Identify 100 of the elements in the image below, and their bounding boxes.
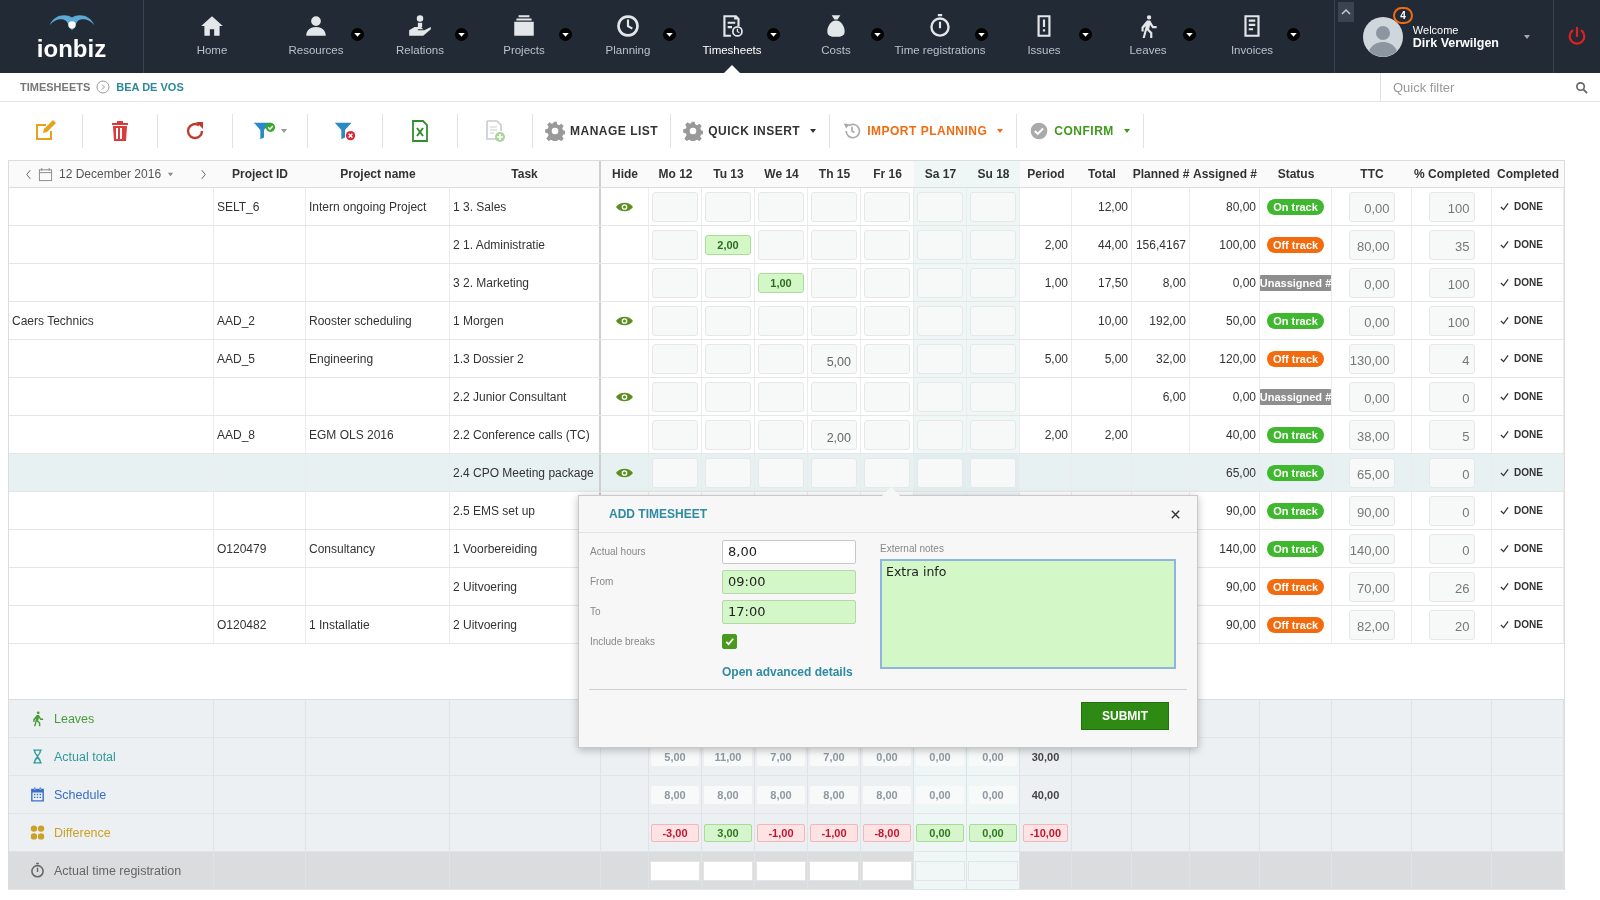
hours-field[interactable]: 2,00 [811,419,857,450]
nav-tab[interactable]: Issues [992,0,1096,73]
done-label[interactable]: DONE [1514,543,1543,554]
column-header[interactable]: We 14 [764,167,799,181]
column-header[interactable]: Period [1027,167,1065,181]
hours-field[interactable] [864,267,910,298]
hours-field[interactable] [864,343,910,374]
eye-icon[interactable] [615,200,634,213]
time-field[interactable] [650,860,700,881]
hours-field[interactable] [758,229,804,260]
ttc-field[interactable]: 90,00 [1348,495,1395,526]
next-icon[interactable] [200,168,208,180]
advanced-details-link[interactable]: Open advanced details [722,664,853,679]
user-name[interactable]: Dirk Verwilgen [1412,35,1499,50]
hours-field[interactable] [705,343,751,374]
hours-field[interactable] [652,229,698,260]
breadcrumb-link[interactable]: TIMESHEETS [20,81,91,93]
hours-field[interactable] [705,419,751,450]
input-field[interactable]: 09:00 [722,569,856,594]
caret-icon[interactable] [1287,28,1300,41]
toolbar-action-button[interactable]: MANAGE LIST [533,111,671,151]
percent-field[interactable]: 0 [1428,457,1475,488]
time-field[interactable] [756,860,806,881]
percent-field[interactable]: 26 [1428,571,1475,602]
caret-icon[interactable] [1523,32,1531,41]
done-label[interactable]: DONE [1514,239,1543,250]
hours-field[interactable] [811,191,857,222]
hours-field[interactable] [705,305,751,336]
column-header[interactable]: Total [1088,167,1116,181]
nav-tab[interactable]: Projects [472,0,576,73]
hours-field[interactable] [758,381,804,412]
ttc-field[interactable]: 140,00 [1348,533,1395,564]
hours-field[interactable] [811,305,857,336]
column-header[interactable]: Completed [1497,167,1559,181]
time-field[interactable] [809,860,859,881]
ttc-field[interactable]: 0,00 [1348,381,1395,412]
hours-field[interactable] [758,343,804,374]
hours-field[interactable] [705,191,751,222]
percent-field[interactable]: 4 [1428,343,1475,374]
input-field[interactable]: 17:00 [722,599,856,624]
done-label[interactable]: DONE [1514,429,1543,440]
column-header[interactable]: Planned # [1132,167,1190,181]
hours-field[interactable] [758,191,804,222]
percent-field[interactable]: 100 [1428,191,1475,222]
column-header[interactable]: Project ID [232,167,288,181]
collapse-button[interactable] [1337,2,1354,22]
caret-icon[interactable] [559,28,572,41]
percent-field[interactable]: 100 [1428,267,1475,298]
nav-tab[interactable]: Invoices [1200,0,1304,73]
hours-field[interactable] [705,381,751,412]
hours-field[interactable] [811,381,857,412]
percent-field[interactable]: 0 [1428,533,1475,564]
nav-tab[interactable]: Time registrations [888,0,992,73]
caret-icon[interactable] [1079,28,1092,41]
column-header[interactable]: Fr 16 [873,167,902,181]
done-label[interactable]: DONE [1514,581,1543,592]
power-icon[interactable] [1566,25,1588,48]
hours-field[interactable] [758,305,804,336]
column-header[interactable]: TTC [1360,167,1384,181]
hours-field[interactable] [864,229,910,260]
caret-icon[interactable] [455,28,468,41]
hours-field[interactable] [811,267,857,298]
caret-icon[interactable] [663,28,676,41]
notification-badge[interactable]: 4 [1393,6,1413,24]
ttc-field[interactable]: 0,00 [1348,267,1395,298]
time-field[interactable] [703,860,753,881]
ttc-field[interactable]: 0,00 [1348,305,1395,336]
close-icon[interactable] [1170,508,1181,520]
hours-field[interactable] [652,381,698,412]
eye-icon[interactable] [615,390,634,403]
ttc-field[interactable]: 80,00 [1348,229,1395,260]
hours-field[interactable] [705,267,751,298]
nav-tab[interactable]: Leaves [1096,0,1200,73]
nav-tab[interactable]: Resources [264,0,368,73]
hours-field[interactable] [864,305,910,336]
notes-field[interactable]: Extra info [880,559,1176,669]
hours-field[interactable] [970,457,1016,488]
ttc-field[interactable]: 65,00 [1348,457,1395,488]
nav-tab[interactable]: Planning [576,0,680,73]
percent-field[interactable]: 5 [1428,419,1475,450]
percent-field[interactable]: 0 [1428,495,1475,526]
column-header[interactable]: Project name [340,167,416,181]
date-picker[interactable]: 12 December 2016 [59,167,162,181]
hours-field[interactable] [652,267,698,298]
caret-icon[interactable] [1183,28,1196,41]
done-label[interactable]: DONE [1514,467,1543,478]
hours-field[interactable] [652,419,698,450]
column-header[interactable]: Task [511,167,538,181]
hours-field[interactable] [917,457,963,488]
eye-icon[interactable] [615,314,634,327]
percent-field[interactable]: 0 [1428,381,1475,412]
previous-icon[interactable] [25,168,32,180]
nav-tab[interactable]: Timesheets [680,0,784,73]
toolbar-action-button[interactable]: CONFIRM [1017,111,1143,151]
nav-tab[interactable]: Home [160,0,264,73]
hours-field[interactable] [652,191,698,222]
done-label[interactable]: DONE [1514,353,1543,364]
ttc-field[interactable]: 70,00 [1348,571,1395,602]
hours-field[interactable] [811,229,857,260]
hours-field[interactable] [652,305,698,336]
